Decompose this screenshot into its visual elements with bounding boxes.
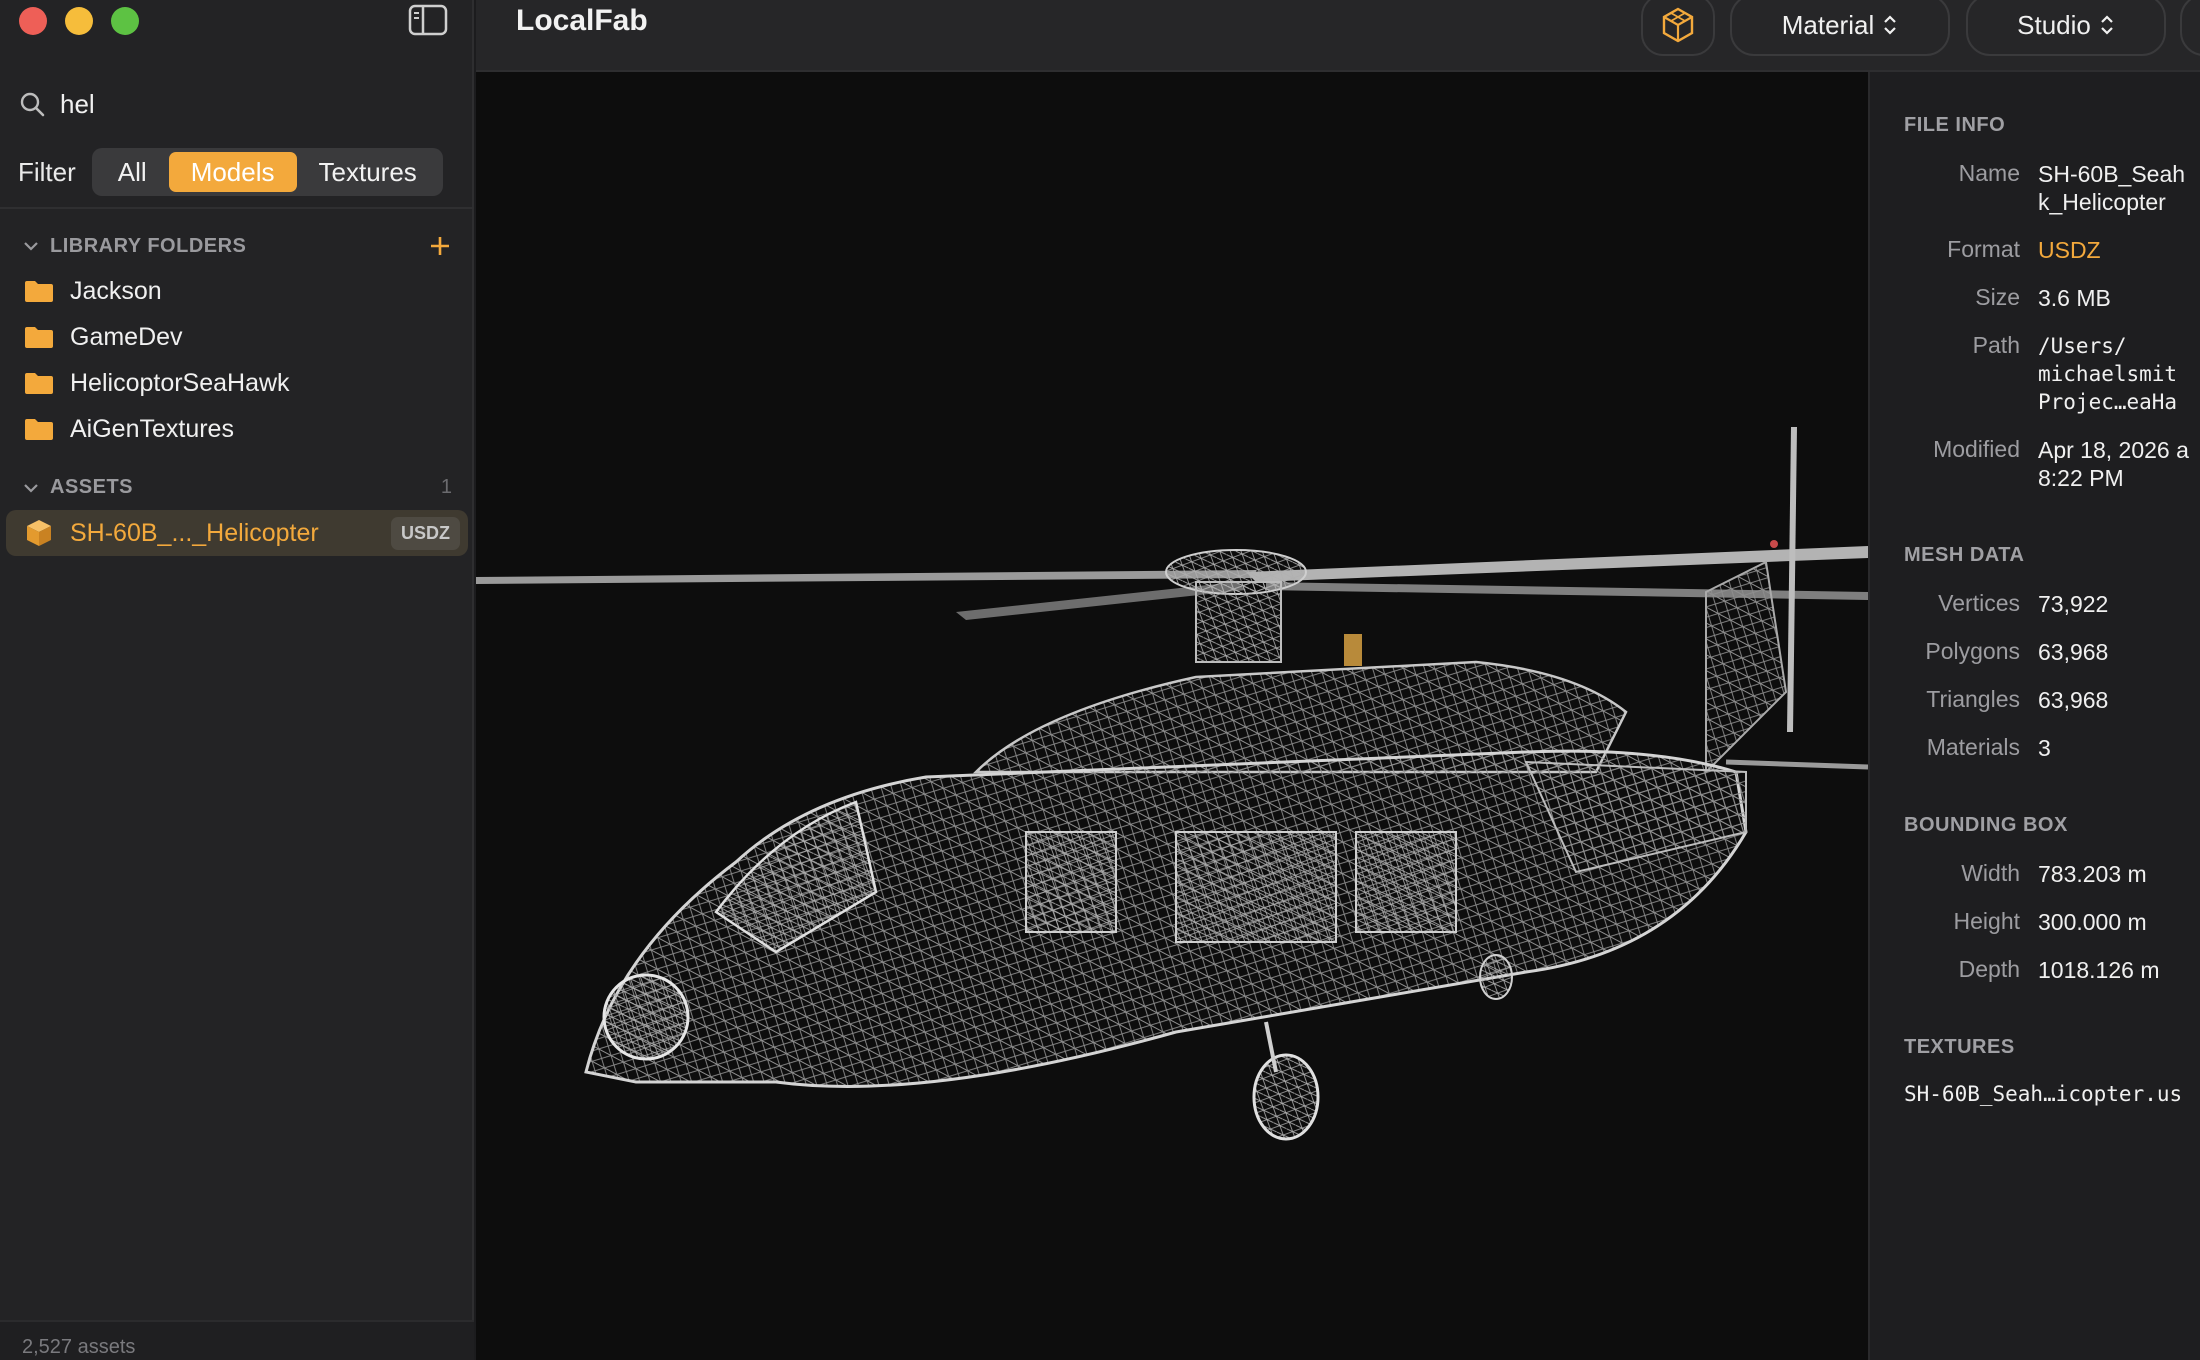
modified-row: Modified Apr 18, 2026 a 8:22 PM (1870, 436, 2200, 492)
folder-name: Jackson (70, 276, 162, 305)
search-input[interactable]: hel (60, 89, 95, 120)
folder-icon (25, 327, 53, 348)
assets-title: ASSETS (50, 476, 134, 498)
materials-row: Materials 3 (1870, 734, 2200, 762)
app-title: LocalFab (516, 4, 648, 37)
zoom-window-button[interactable] (111, 7, 139, 35)
asset-name: SH-60B_..._Helicopter (70, 518, 319, 547)
filter-label: Filter (18, 156, 76, 187)
asset-format-badge: USDZ (391, 516, 460, 550)
chevron-up-down-icon (2101, 15, 2113, 35)
size-value: 3.6 MB (2038, 285, 2111, 311)
helicopter-wireframe-model (476, 426, 1868, 1141)
inspector-panel: FILE INFO Name SH-60B_Seah k_Helicopter … (1868, 72, 2200, 1360)
folder-name: AiGenTextures (70, 414, 234, 443)
search-field[interactable]: hel (18, 86, 458, 122)
asset-count-label: 2,527 assets (22, 1336, 136, 1358)
material-popup-button[interactable]: Material (1730, 0, 1950, 56)
filter-models[interactable]: Models (168, 152, 297, 192)
depth-label: Depth (1958, 956, 2020, 982)
modified-label: Modified (1933, 436, 2020, 462)
studio-label: Studio (2017, 9, 2091, 40)
chevron-down-icon (24, 483, 38, 493)
model-view-button[interactable] (1641, 0, 1715, 56)
asset-item-selected[interactable]: SH-60B_..._Helicopter USDZ (6, 510, 468, 556)
filter-segmented-control: All Models Textures (91, 148, 443, 196)
modified-value: Apr 18, 2026 a 8:22 PM (2038, 437, 2189, 491)
add-folder-button[interactable] (428, 234, 452, 258)
polygons-row: Polygons 63,968 (1870, 638, 2200, 666)
textures-header: TEXTURES (1904, 1036, 2015, 1058)
depth-value: 1018.126 m (2038, 957, 2160, 983)
sidebar-icon (408, 4, 448, 36)
file-info-header: FILE INFO (1904, 114, 2006, 136)
path-row: Path /Users/ michaelsmit Projec…eaHa (1870, 332, 2200, 416)
close-window-button[interactable] (19, 7, 47, 35)
format-row: Format USDZ (1870, 236, 2200, 264)
name-label: Name (1958, 160, 2020, 186)
search-icon (20, 92, 45, 117)
name-value: SH-60B_Seah k_Helicopter (2038, 161, 2186, 215)
cube-wireframe-icon (1662, 7, 1694, 43)
filter-all[interactable]: All (96, 152, 169, 192)
folder-item[interactable]: HelicoptorSeaHawk (24, 363, 290, 403)
polygons-label: Polygons (1925, 638, 2020, 664)
folder-item[interactable]: AiGenTextures (24, 409, 234, 449)
filter-row: Filter All Models Textures (18, 148, 443, 196)
material-label: Material (1781, 9, 1875, 40)
divider (0, 207, 474, 209)
3d-viewport[interactable] (476, 72, 1868, 1360)
materials-value: 3 (2038, 735, 2051, 761)
chevron-down-icon (24, 242, 38, 251)
model-cube-icon (27, 520, 51, 546)
folder-name: GameDev (70, 322, 183, 351)
library-folders-header[interactable]: LIBRARY FOLDERS (22, 234, 452, 258)
format-value: USDZ (2038, 237, 2101, 263)
folder-icon (25, 373, 53, 394)
size-row: Size 3.6 MB (1870, 284, 2200, 312)
width-value: 783.203 m (2038, 861, 2147, 887)
library-folders-title: LIBRARY FOLDERS (50, 234, 247, 257)
texture-file-item[interactable]: SH-60B_Seah…icopter.us (1904, 1082, 2182, 1106)
folder-item[interactable]: GameDev (24, 317, 183, 357)
window-controls (19, 7, 139, 35)
assets-count: 1 (440, 476, 452, 498)
name-row: Name SH-60B_Seah k_Helicopter (1870, 160, 2200, 216)
path-label: Path (1972, 332, 2020, 358)
folder-icon (25, 281, 53, 302)
chevron-up-down-icon (1884, 15, 1897, 35)
folder-icon (25, 419, 53, 440)
mesh-data-header: MESH DATA (1904, 544, 2025, 566)
format-label: Format (1947, 236, 2020, 262)
polygons-value: 63,968 (2038, 639, 2109, 665)
path-value: /Users/ michaelsmit Projec…eaHa (2038, 334, 2178, 414)
sidebar: hel Filter All Models Textures LIBRARY F… (0, 0, 474, 1360)
height-label: Height (1953, 908, 2020, 934)
assets-header[interactable]: ASSETS 1 (22, 476, 452, 499)
triangles-row: Triangles 63,968 (1870, 686, 2200, 714)
vertices-label: Vertices (1938, 590, 2020, 616)
vertices-value: 73,922 (2038, 591, 2109, 617)
toolbar-overflow-button[interactable] (2180, 0, 2200, 56)
bounding-box-header: BOUNDING BOX (1904, 814, 2068, 836)
height-value: 300.000 m (2038, 909, 2147, 935)
width-label: Width (1961, 860, 2020, 886)
folder-name: HelicoptorSeaHawk (70, 368, 290, 397)
width-row: Width 783.203 m (1870, 860, 2200, 888)
filter-textures[interactable]: Textures (297, 152, 439, 192)
plus-icon (431, 237, 449, 255)
vertices-row: Vertices 73,922 (1870, 590, 2200, 618)
toolbar: LocalFab Material Studio (476, 0, 2200, 72)
minimize-window-button[interactable] (65, 7, 93, 35)
size-label: Size (1975, 284, 2020, 310)
depth-row: Depth 1018.126 m (1870, 956, 2200, 984)
triangles-value: 63,968 (2038, 687, 2109, 713)
folder-item[interactable]: Jackson (24, 271, 162, 311)
sidebar-footer: 2,527 assets (0, 1320, 474, 1360)
studio-popup-button[interactable]: Studio (1966, 0, 2166, 56)
triangles-label: Triangles (1926, 686, 2020, 712)
sidebar-toggle-button[interactable] (408, 4, 448, 36)
height-row: Height 300.000 m (1870, 908, 2200, 936)
materials-label: Materials (1926, 734, 2020, 760)
